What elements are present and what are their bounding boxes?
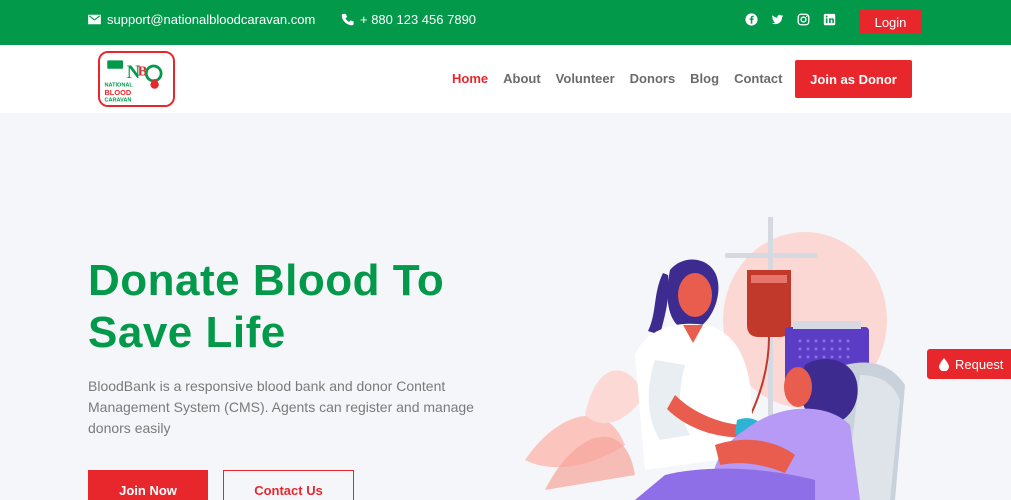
hero-title-line2: Save Life <box>88 308 286 357</box>
email-text: support@nationalbloodcaravan.com <box>107 12 316 27</box>
nav-item-volunteer[interactable]: Volunteer <box>556 71 615 86</box>
nav-item-home[interactable]: Home <box>452 71 488 86</box>
phone-text: + 880 123 456 7890 <box>360 12 477 27</box>
hero-title-line1: Donate Blood To <box>88 256 445 305</box>
blood-donation-illustration <box>525 217 905 500</box>
site-logo[interactable]: N B NATIONAL BLOOD CARAVAN <box>98 51 175 107</box>
logo-graphic: N B NATIONAL BLOOD CARAVAN <box>100 53 173 105</box>
contact-us-label: Contact Us <box>254 482 323 498</box>
nav-menu: Home About Volunteer Donors Blog Contact <box>452 71 797 86</box>
request-button[interactable]: Request <box>927 349 1011 379</box>
request-label: Request <box>955 356 1004 372</box>
top-bar: support@nationalbloodcaravan.com + 880 1… <box>0 0 1011 45</box>
join-now-button[interactable]: Join Now <box>88 470 208 500</box>
nav-item-contact[interactable]: Contact <box>734 71 782 86</box>
contact-us-button[interactable]: Contact Us <box>223 470 354 500</box>
instagram-icon[interactable] <box>797 13 810 26</box>
hero-title: Donate Blood To Save Life <box>88 255 444 359</box>
phone-contact[interactable]: + 880 123 456 7890 <box>341 12 476 27</box>
email-contact[interactable]: support@nationalbloodcaravan.com <box>88 12 315 27</box>
envelope-icon <box>88 14 101 25</box>
join-now-label: Join Now <box>119 482 177 498</box>
phone-icon <box>341 13 354 26</box>
facebook-icon[interactable] <box>745 13 758 26</box>
twitter-icon[interactable] <box>771 13 784 26</box>
hero-description: BloodBank is a responsive blood bank and… <box>88 378 474 436</box>
main-nav: N B NATIONAL BLOOD CARAVAN Home About Vo… <box>0 45 1011 113</box>
social-links <box>745 13 836 26</box>
nav-item-donors[interactable]: Donors <box>630 71 676 86</box>
join-as-donor-button[interactable]: Join as Donor <box>795 60 912 98</box>
nav-item-about[interactable]: About <box>503 71 541 86</box>
svg-text:CARAVAN: CARAVAN <box>104 97 131 103</box>
login-button[interactable]: Login <box>859 10 922 34</box>
svg-text:BLOOD: BLOOD <box>104 88 131 97</box>
nav-item-blog[interactable]: Blog <box>690 71 719 86</box>
blood-drop-icon <box>939 357 949 371</box>
linkedin-icon[interactable] <box>823 13 836 26</box>
